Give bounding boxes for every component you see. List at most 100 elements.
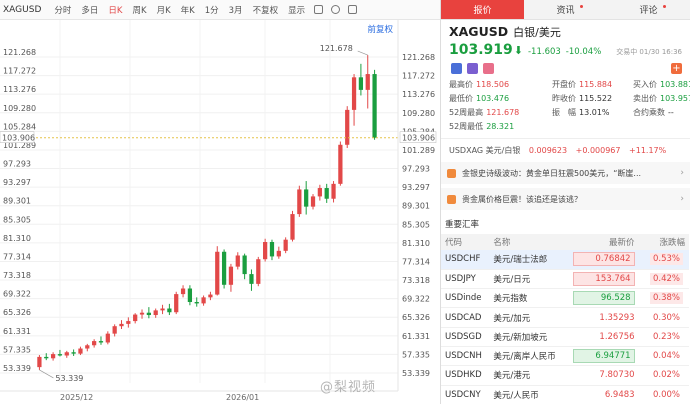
rate-change-pct: 0.02% (638, 365, 689, 386)
col-name[interactable]: 名称 (489, 234, 568, 250)
rate-name: 美元指数 (489, 288, 568, 309)
candle-body (324, 188, 329, 199)
y-tick-label-left: 61.331 (3, 327, 31, 336)
table-row[interactable]: USDCAD 美元/加元 1.35293 0.30% (441, 307, 689, 328)
settings-icon[interactable] (314, 5, 324, 14)
stat-label: 卖出价 (633, 94, 657, 103)
rate-name-text: 美元/离岸人民币 (493, 352, 556, 363)
search-icon[interactable] (331, 5, 341, 14)
candle-body (276, 250, 281, 257)
stat-label: 合约乘数 (633, 108, 665, 117)
range-dropdown[interactable]: 3月 (224, 4, 248, 16)
news-icon (447, 194, 456, 204)
rate-code-text: USDCNH (445, 351, 482, 362)
period-tab-intraday[interactable]: 分时 (49, 4, 76, 16)
table-row[interactable]: USDJPY 美元/日元 153.764 0.42% (441, 269, 689, 290)
y-tick-label-left: 97.293 (3, 160, 31, 169)
col-code[interactable]: 代码 (441, 234, 490, 250)
candle-body (50, 354, 56, 359)
tab-news[interactable]: 资讯 (524, 0, 607, 20)
rate-price-text: 6.94771 (572, 349, 635, 364)
tab-comments-label: 评论 (639, 6, 658, 16)
y-tick-label-left: 85.305 (3, 215, 31, 224)
period-tab-daily[interactable]: 日K (103, 4, 127, 16)
heart-icon[interactable] (483, 63, 494, 74)
y-tick-label-left: 77.314 (3, 252, 31, 261)
related-change: +0.000967 (575, 146, 621, 155)
table-row[interactable]: USDCNY 美元/人民币 6.9483 0.00% (441, 385, 689, 404)
table-row[interactable]: USDHKD 美元/港元 7.80730 0.02% (441, 365, 689, 386)
candle-body (358, 77, 364, 90)
rate-code-text: USDSGD (445, 331, 482, 342)
rate-code: USDinde (441, 288, 490, 309)
y-tick-label-left: 93.297 (3, 178, 31, 187)
adjust-dropdown[interactable]: 不复权 (248, 4, 284, 16)
stat-value: 13.01% (579, 108, 610, 117)
related-quote-row[interactable]: USDXAG 美元/白银 0.009623 +0.000967 +11.17% (441, 138, 690, 156)
candle-body (310, 196, 316, 207)
stat-label: 昨收价 (552, 94, 576, 103)
chevron-right-icon: › (680, 194, 684, 204)
minute-dropdown[interactable]: 1分 (200, 4, 224, 16)
restore-adjust-link[interactable]: 前复权 (367, 23, 393, 35)
candle-body (228, 266, 234, 285)
table-row[interactable]: USDSGD 美元/新加坡元 1.26756 0.23% (441, 327, 689, 347)
rate-price-text: 1.26756 (599, 331, 635, 342)
app-root: XAGUSD 分时 多日 日K 周K 月K 年K 1分 3月 不复权 显示 12… (0, 0, 690, 404)
candle-body (119, 323, 124, 327)
period-tab-weekly[interactable]: 周K (127, 4, 151, 16)
display-dropdown[interactable]: 显示 (283, 4, 310, 16)
period-tab-multiday[interactable]: 多日 (76, 4, 103, 16)
news-item[interactable]: 金银史诗级波动：黄金单日狂震500美元，“断崖... › (441, 162, 690, 184)
candle-body (71, 352, 76, 354)
rate-change-pct: 0.53% (638, 250, 689, 270)
stat-cell: 昨收价 115.522 (552, 93, 633, 104)
price-change-pct: -10.04% (565, 47, 602, 57)
period-tab-monthly[interactable]: 月K (152, 4, 176, 16)
news-item[interactable]: 贵金属价格巨震！该追还是该逃？ › (441, 188, 690, 210)
y-tick-label-left: 81.310 (3, 234, 31, 243)
y-tick-label: 93.297 (402, 183, 430, 192)
y-tick-label: 81.310 (402, 239, 430, 248)
y-tick-label-left: 113.276 (3, 85, 36, 94)
quote-stats: 最高价 118.506 开盘价 115.884 买入价 103.881 最低价 103.476… (441, 74, 690, 132)
rate-change-pct: 0.38% (638, 288, 689, 309)
y-tick-label: 117.272 (402, 72, 435, 81)
y-tick-label-left: 109.280 (3, 104, 36, 113)
instrument-name: 白银/美元 (513, 26, 561, 39)
stat-value: 28.321 (486, 122, 515, 131)
rate-change-pct: 0.30% (638, 307, 689, 328)
period-tab-yearly[interactable]: 年K (176, 4, 200, 16)
rate-price: 7.80730 (568, 365, 639, 386)
add-watchlist-icon[interactable]: + (671, 63, 682, 74)
fullscreen-icon[interactable] (348, 5, 358, 14)
rate-price: 153.764 (568, 269, 639, 290)
y-tick-label-left: 105.284 (3, 122, 36, 131)
down-arrow-icon: ⬇ (513, 44, 523, 57)
calculator-icon[interactable] (451, 63, 462, 74)
candle-body (249, 274, 254, 284)
candle-body (98, 341, 104, 343)
tab-quote[interactable]: 报价 (441, 0, 524, 20)
low-annotation-line (39, 369, 54, 379)
chart-icon[interactable] (467, 63, 478, 74)
stat-cell: 52周最高 121.678 (449, 107, 552, 118)
table-row[interactable]: USDinde 美元指数 96.528 0.38% (441, 288, 689, 309)
rate-price: 6.94771 (568, 346, 639, 367)
candle-body (338, 144, 343, 184)
x-tick-label: 2025/12 (60, 393, 93, 402)
rate-name-text: 美元/港元 (493, 371, 531, 382)
y-tick-label: 65.326 (402, 313, 430, 322)
table-row[interactable]: USDCNH 美元/离岸人民币 6.94771 0.04% (441, 346, 689, 367)
kline-chart[interactable]: 121.268 117.272 113.276 109.280 105.284 101.2… (0, 20, 440, 404)
candle-body (351, 77, 357, 110)
tab-comments[interactable]: 评论 (607, 0, 690, 20)
col-price[interactable]: 最新价 (568, 234, 639, 250)
table-row[interactable]: USDCHF 美元/瑞士法郎 0.76842 0.53% (441, 250, 689, 270)
col-pct[interactable]: 涨跌幅 (638, 234, 689, 250)
x-tick-label: 2026/01 (226, 393, 259, 402)
y-tick-label-left: 65.326 (3, 308, 31, 317)
stat-label: 买入价 (633, 80, 657, 89)
y-tick-label-left: 73.318 (3, 271, 31, 280)
rate-code-text: USDCAD (445, 312, 482, 323)
